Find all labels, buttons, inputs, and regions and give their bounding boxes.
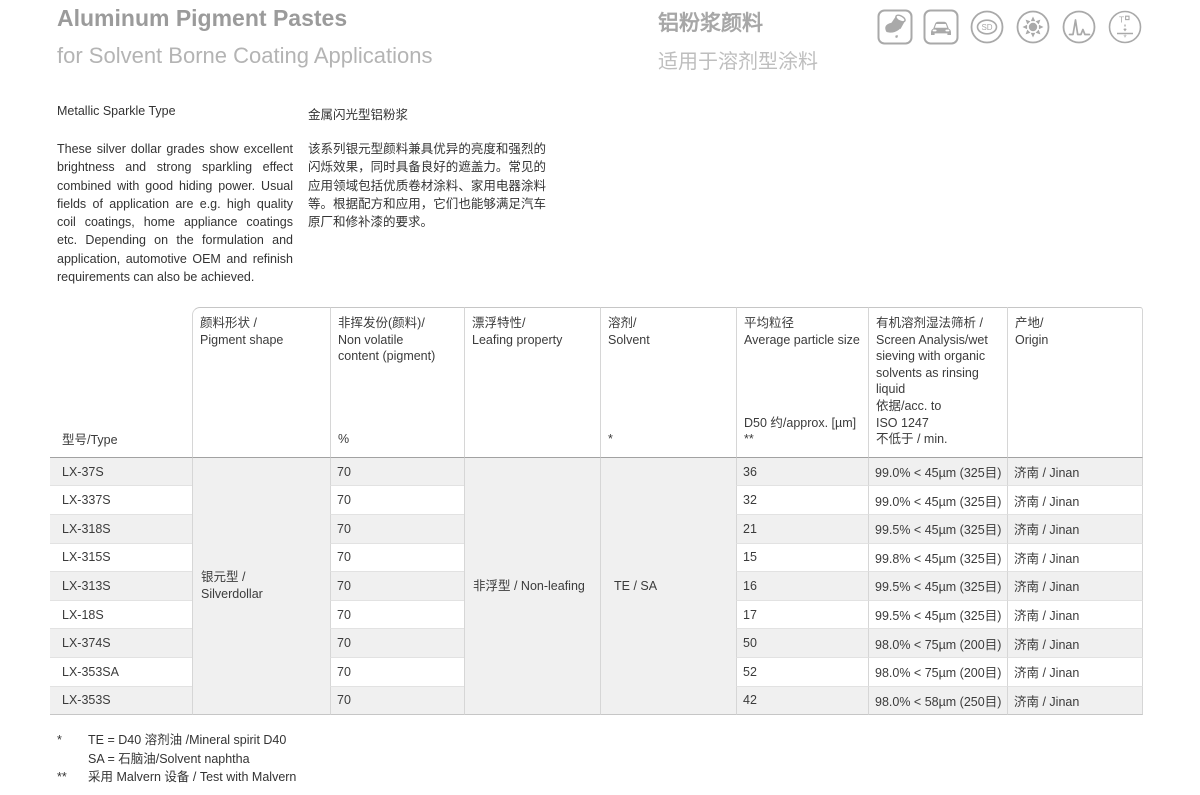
leafing-cell: 非浮型 / Non-leafing [464,458,600,715]
screen-analysis-cell: 99.5% < 45µm (325目) [868,572,1007,601]
origin-cell: 济南 / Jinan [1007,572,1143,601]
page-subtitle-zh: 适用于溶剂型涂料 [658,45,818,74]
d50-cell: 21 [736,515,868,544]
header-screen-analysis: 有机溶剂湿法筛析 /Screen Analysis/wet sieving wi… [868,307,1007,458]
origin-cell: 济南 / Jinan [1007,658,1143,687]
pigment-shape-cell: 银元型 /Silverdollar [192,458,330,715]
origin-cell: 济南 / Jinan [1007,629,1143,658]
particle-size-distribution-icon [1061,9,1097,45]
d50-cell: 32 [736,486,868,515]
section-heading-en: Metallic Sparkle Type [57,104,176,118]
type-cell: LX-337S [50,486,192,515]
screen-analysis-cell: 99.5% < 45µm (325目) [868,601,1007,630]
origin-cell: 济南 / Jinan [1007,515,1143,544]
d50-cell: 36 [736,458,868,487]
svg-text:T: T [1119,15,1124,25]
page-title: Aluminum Pigment Pastes [57,5,347,32]
header-leafing: 漂浮特性/Leafing property [464,307,600,458]
origin-cell: 济南 / Jinan [1007,687,1143,716]
d50-cell: 52 [736,658,868,687]
non-volatile-cell: 70 [330,515,464,544]
type-cell: LX-374S [50,629,192,658]
d50-cell: 15 [736,544,868,573]
non-volatile-cell: 70 [330,629,464,658]
footnote: ** 采用 Malvern 设备 / Test with Malvern [57,768,296,787]
header-origin: 产地/Origin [1007,307,1143,458]
sparkle-icon [1015,9,1051,45]
application-temperature-icon: T * [1107,9,1143,45]
non-volatile-cell: 70 [330,601,464,630]
type-cell: LX-313S [50,572,192,601]
footnote-text: TE = D40 溶剂油 /Mineral spirit D40 [88,731,286,750]
table-header-row: 型号/Type 颜料形状 /Pigment shape 非挥发份(颜料)/Non… [50,307,1143,458]
type-cell: LX-18S [50,601,192,630]
header-particle-size: 平均粒径Average particle size D50 约/approx. … [736,307,868,458]
d50-cell: 42 [736,687,868,716]
screen-analysis-cell: 98.0% < 75µm (200目) [868,658,1007,687]
product-table: 型号/Type 颜料形状 /Pigment shape 非挥发份(颜料)/Non… [50,307,1143,715]
datasheet-page: Aluminum Pigment Pastes for Solvent Born… [0,0,1200,795]
page-title-zh: 铝粉浆颜料 [658,7,763,37]
header-type: 型号/Type [50,307,192,458]
type-cell: LX-315S [50,544,192,573]
screen-analysis-cell: 98.0% < 75µm (200目) [868,629,1007,658]
screen-analysis-cell: 98.0% < 58µm (250目) [868,687,1007,716]
non-volatile-cell: 70 [330,572,464,601]
footnote-text: SA = 石脑油/Solvent naphtha [88,750,250,769]
svg-text:*: * [1123,34,1126,43]
footnote: * TE = D40 溶剂油 /Mineral spirit D40 [57,731,296,750]
page-subtitle: for Solvent Borne Coating Applications [57,43,432,69]
screen-analysis-cell: 99.8% < 45µm (325目) [868,544,1007,573]
footnotes: * TE = D40 溶剂油 /Mineral spirit D40 SA = … [57,731,296,787]
solvent-cell: TE / SA [600,458,736,715]
non-volatile-cell: 70 [330,458,464,487]
non-volatile-cell: 70 [330,687,464,716]
origin-cell: 济南 / Jinan [1007,486,1143,515]
non-volatile-cell: 70 [330,544,464,573]
type-cell: LX-353S [50,687,192,716]
paint-pouring-icon [877,9,913,45]
non-volatile-cell: 70 [330,658,464,687]
footnote-marker: * [57,731,88,750]
intro-paragraph-zh: 该系列银元型颜料兼具优异的亮度和强烈的闪烁效果，同时具备良好的遮盖力。常见的应用… [308,140,546,231]
header-solvent: 溶剂/Solvent * [600,307,736,458]
product-table-wrapper: 型号/Type 颜料形状 /Pigment shape 非挥发份(颜料)/Non… [50,307,1143,715]
d50-cell: 16 [736,572,868,601]
footnote-marker [57,750,88,769]
application-icons: SD [877,9,1143,45]
car-icon [923,9,959,45]
d50-cell: 50 [736,629,868,658]
footnote: SA = 石脑油/Solvent naphtha [57,750,296,769]
d50-cell: 17 [736,601,868,630]
svg-text:SD: SD [981,23,992,32]
section-heading-zh: 金属闪光型铝粉浆 [308,104,408,123]
origin-cell: 济南 / Jinan [1007,601,1143,630]
header-pigment-shape: 颜料形状 /Pigment shape [192,307,330,458]
table-row: LX-37S银元型 /Silverdollar70非浮型 / Non-leafi… [50,458,1143,487]
type-cell: LX-353SA [50,658,192,687]
origin-cell: 济南 / Jinan [1007,544,1143,573]
header-non-volatile: 非挥发份(颜料)/Non volatilecontent (pigment) % [330,307,464,458]
table-body: LX-37S银元型 /Silverdollar70非浮型 / Non-leafi… [50,458,1143,715]
origin-cell: 济南 / Jinan [1007,458,1143,487]
footnote-text: 采用 Malvern 设备 / Test with Malvern [88,768,296,787]
screen-analysis-cell: 99.0% < 45µm (325目) [868,458,1007,487]
footnote-marker: ** [57,768,88,787]
type-cell: LX-37S [50,458,192,487]
non-volatile-cell: 70 [330,486,464,515]
type-cell: LX-318S [50,515,192,544]
screen-analysis-cell: 99.5% < 45µm (325目) [868,515,1007,544]
screen-analysis-cell: 99.0% < 45µm (325目) [868,486,1007,515]
silver-dollar-icon: SD [969,9,1005,45]
intro-paragraph-en: These silver dollar grades show excellen… [57,140,293,286]
